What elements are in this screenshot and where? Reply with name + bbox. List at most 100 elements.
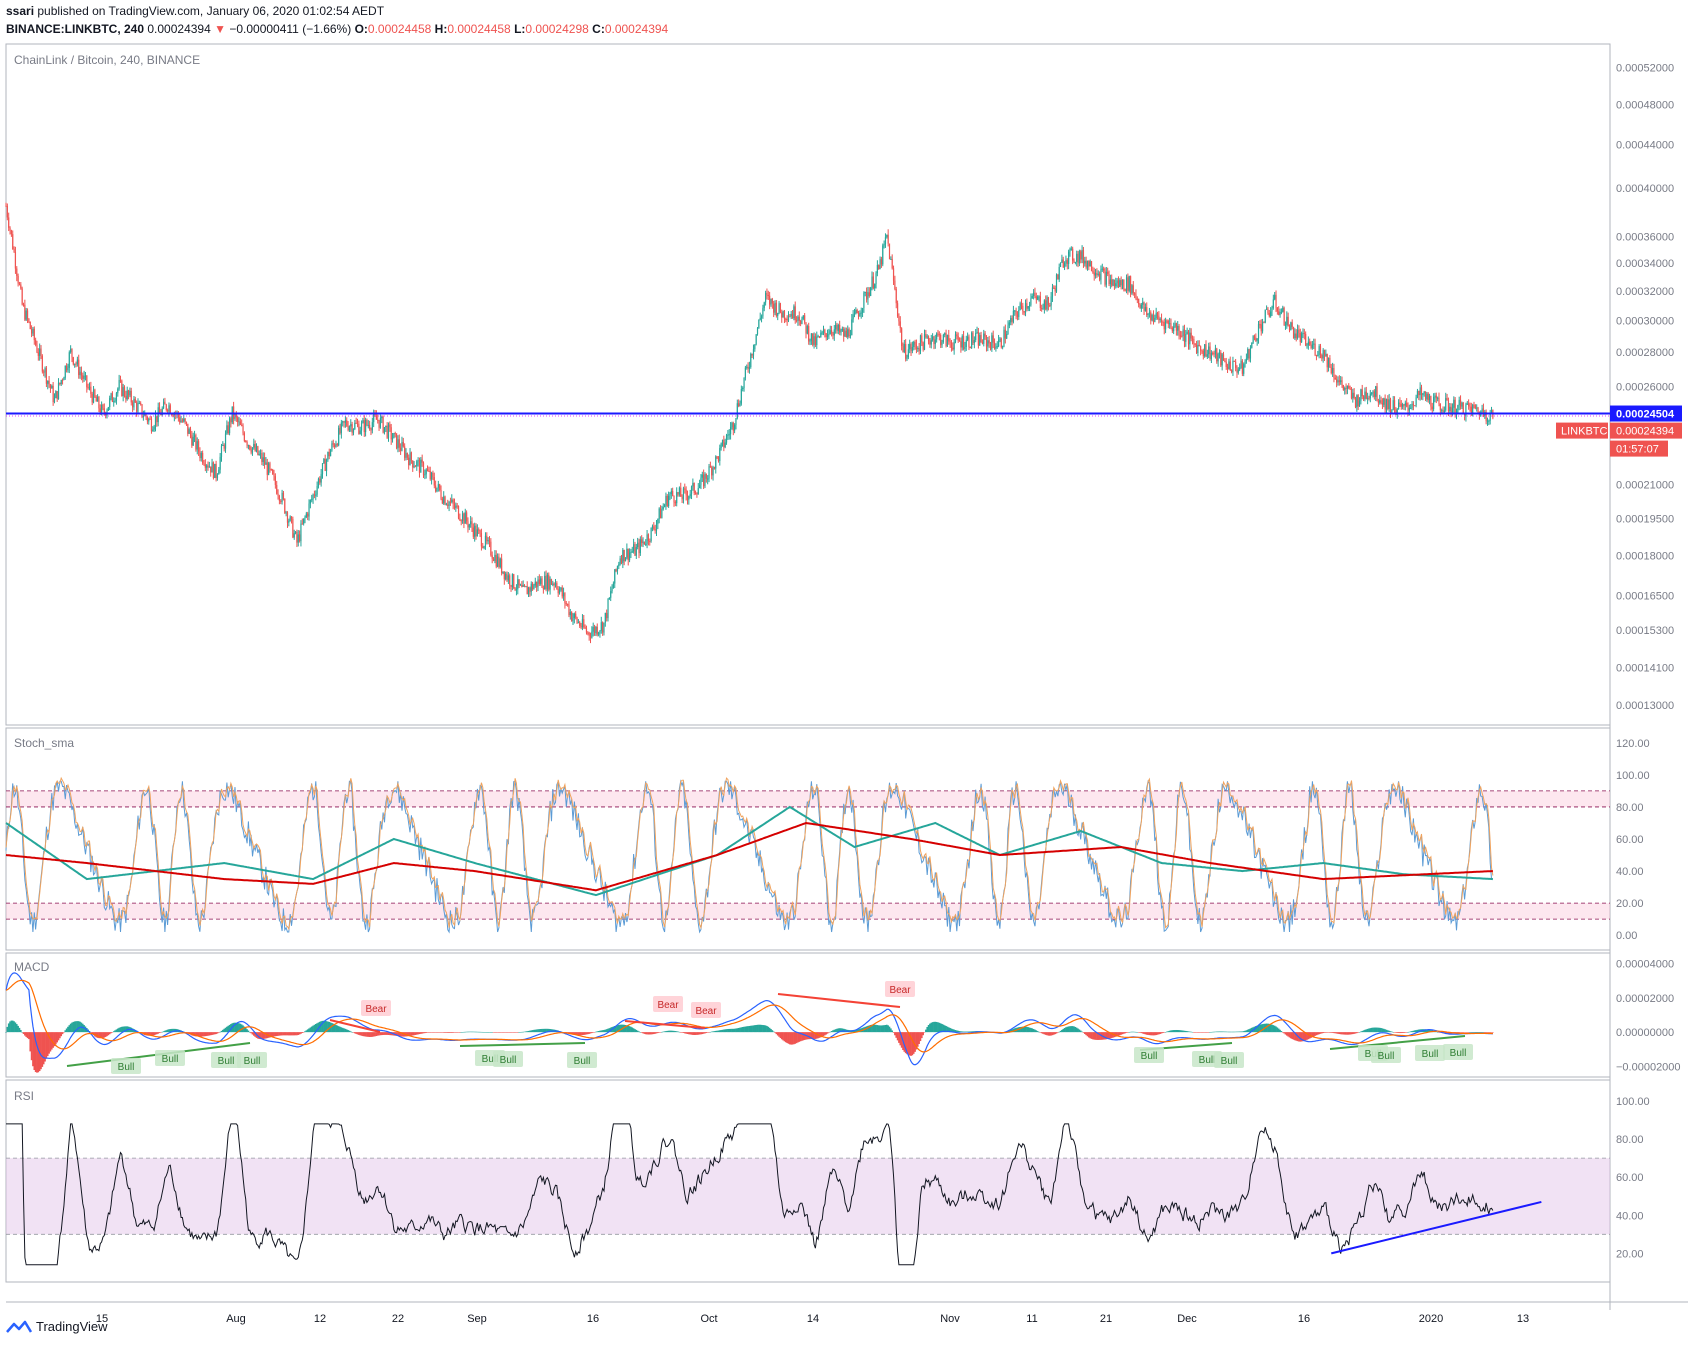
candle-body bbox=[806, 326, 808, 334]
candle-body bbox=[91, 393, 93, 403]
candle-body bbox=[987, 340, 989, 347]
candle-body bbox=[1094, 273, 1097, 276]
candle-body bbox=[715, 456, 717, 469]
candle-body bbox=[521, 584, 523, 587]
candle-body bbox=[526, 586, 528, 595]
candle-body bbox=[1117, 280, 1120, 287]
candle-body bbox=[797, 316, 799, 321]
candle-body bbox=[1435, 395, 1437, 399]
candle-body bbox=[373, 414, 375, 423]
candle-body bbox=[917, 348, 919, 350]
candle-body bbox=[386, 425, 388, 438]
candle-body bbox=[492, 558, 495, 561]
candle-body bbox=[857, 313, 860, 317]
candle-body bbox=[1468, 403, 1470, 407]
candle-body bbox=[1111, 279, 1113, 286]
chart-area[interactable]: 15 Aug 12 22 Sep 16 Oct 14 Nov 11 21 Dec 16 2020 130.0… bbox=[0, 0, 1694, 1346]
candle-body bbox=[755, 334, 757, 345]
candle-body bbox=[83, 375, 85, 379]
candle-body bbox=[222, 445, 224, 447]
candle-body bbox=[184, 418, 186, 422]
candle-body bbox=[725, 435, 728, 443]
candle-body bbox=[781, 312, 783, 318]
candle-body bbox=[1150, 312, 1152, 321]
candle-body bbox=[929, 341, 931, 345]
candle-body bbox=[1284, 324, 1287, 326]
candle-body bbox=[1104, 270, 1106, 285]
candle-body bbox=[783, 310, 786, 319]
candle-body bbox=[826, 334, 829, 338]
candle-body bbox=[292, 518, 294, 538]
candle-body bbox=[531, 583, 534, 590]
candle-body bbox=[443, 496, 445, 504]
macd-line bbox=[5, 972, 1493, 1066]
candle-body bbox=[1458, 399, 1460, 406]
candle-body bbox=[973, 339, 975, 343]
candle-body bbox=[905, 344, 907, 359]
candle-body bbox=[109, 398, 111, 408]
candle-body bbox=[1045, 300, 1047, 310]
candle-body bbox=[956, 334, 958, 337]
candle-body bbox=[1364, 391, 1366, 400]
candle-body bbox=[496, 556, 499, 567]
macd-y-tick-label: 0.00004000 bbox=[1616, 959, 1674, 971]
candle-body bbox=[616, 566, 619, 572]
candle-body bbox=[668, 495, 670, 507]
candle-body bbox=[944, 333, 946, 335]
candle-body bbox=[137, 403, 139, 412]
candle-body bbox=[1403, 404, 1405, 406]
candle-body bbox=[791, 313, 794, 319]
candle-body bbox=[1217, 354, 1219, 362]
candle-body bbox=[1399, 402, 1401, 404]
candle-body bbox=[29, 321, 31, 330]
candle-body bbox=[894, 280, 896, 290]
candle-body bbox=[1096, 273, 1098, 275]
candle-body bbox=[14, 251, 17, 269]
candle-body bbox=[1112, 279, 1114, 286]
candle-body bbox=[670, 490, 672, 495]
footer-brand[interactable]: TradingView bbox=[36, 1319, 108, 1334]
candle-body bbox=[522, 585, 524, 587]
candle-body bbox=[833, 329, 835, 336]
candle-body bbox=[934, 339, 936, 345]
candle-body bbox=[1190, 332, 1192, 339]
candle-body bbox=[681, 496, 683, 500]
candle-body bbox=[976, 331, 978, 334]
candle-body bbox=[622, 549, 624, 563]
candle-body bbox=[1459, 399, 1462, 407]
candle-body bbox=[491, 555, 493, 559]
candle-body bbox=[1248, 349, 1250, 359]
bear-label: Bear bbox=[695, 1006, 717, 1017]
candle-body bbox=[614, 569, 616, 584]
candle-body bbox=[1282, 307, 1284, 312]
candle-body bbox=[1004, 329, 1006, 339]
candle-body bbox=[196, 441, 198, 450]
candle-body bbox=[941, 341, 943, 346]
candle-body bbox=[1270, 311, 1272, 317]
candle-body bbox=[157, 407, 159, 423]
candle-body bbox=[1197, 344, 1199, 353]
candle-body bbox=[899, 321, 901, 329]
candle-body bbox=[189, 429, 192, 436]
last-price-text: 0.00024394 bbox=[1616, 426, 1674, 438]
candle-body bbox=[880, 259, 883, 265]
candle-body bbox=[1050, 296, 1052, 306]
candle-body bbox=[1473, 404, 1475, 406]
candle-body bbox=[1302, 332, 1304, 334]
candle-body bbox=[305, 513, 307, 518]
candle-body bbox=[1089, 261, 1091, 267]
candle-body bbox=[1027, 306, 1029, 309]
candle-body bbox=[560, 587, 562, 590]
candle-body bbox=[580, 626, 582, 628]
candle-body bbox=[1326, 353, 1328, 368]
candle-body bbox=[965, 339, 967, 347]
candle-body bbox=[802, 315, 804, 319]
candle-body bbox=[95, 396, 97, 402]
candle-body bbox=[1147, 313, 1149, 316]
candle-body bbox=[140, 403, 142, 405]
candle-body bbox=[1194, 343, 1196, 345]
candle-body bbox=[239, 421, 241, 425]
candle-body bbox=[1129, 276, 1132, 294]
candle-body bbox=[183, 418, 185, 422]
candle-body bbox=[1134, 293, 1136, 295]
